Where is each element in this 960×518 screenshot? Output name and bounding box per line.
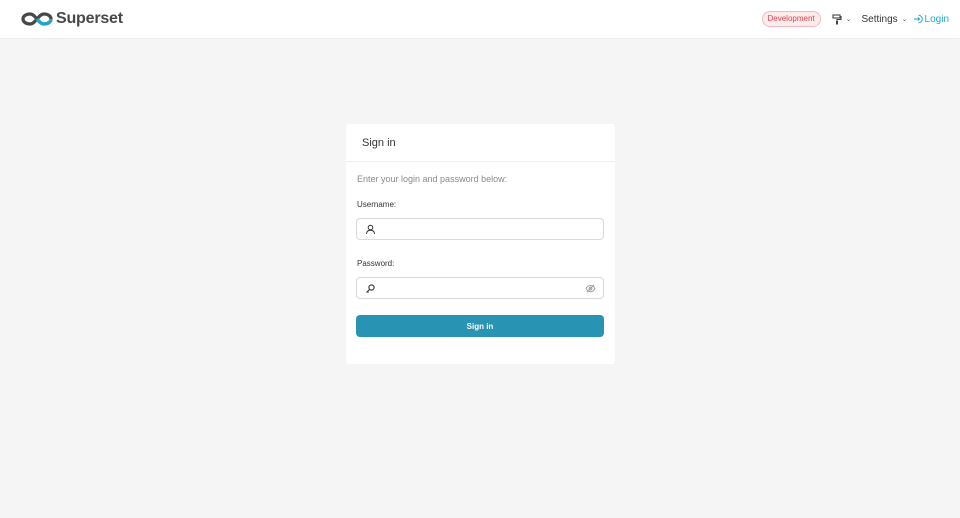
password-visibility-toggle[interactable] (585, 283, 596, 293)
paint-roller-icon (832, 13, 842, 24)
brand-name: Superset (56, 10, 123, 27)
environment-badge: Development (761, 11, 821, 27)
login-label: Login (924, 13, 949, 25)
username-input[interactable] (381, 220, 603, 238)
username-field[interactable] (356, 218, 604, 240)
top-navbar: Superset Development ⌄ Settings ⌄ Login (0, 0, 960, 39)
navbar-right-menu: Development ⌄ Settings ⌄ Login (761, 0, 949, 38)
login-link[interactable]: Login (913, 14, 949, 25)
key-icon (366, 283, 375, 293)
password-label: Password: (357, 259, 395, 268)
brand-logo-link[interactable]: Superset (21, 8, 123, 30)
theme-menu[interactable]: ⌄ (832, 13, 852, 25)
password-input[interactable] (381, 279, 585, 297)
login-card-title: Sign in (362, 136, 396, 149)
login-icon (913, 14, 923, 24)
chevron-down-icon: ⌄ (901, 16, 908, 23)
login-hint: Enter your login and password below: (357, 174, 508, 184)
user-icon (366, 224, 375, 234)
login-card: Sign in Enter your login and password be… (346, 124, 615, 364)
settings-menu[interactable]: Settings ⌄ (862, 14, 908, 25)
login-card-header: Sign in (346, 124, 615, 162)
eye-invisible-icon (585, 283, 596, 293)
password-field[interactable] (356, 277, 604, 299)
username-label: Username: (357, 200, 397, 209)
superset-logo-icon (21, 12, 53, 26)
chevron-down-icon: ⌄ (845, 16, 852, 23)
settings-label: Settings (861, 13, 898, 25)
sign-in-button[interactable]: Sign in (356, 315, 604, 337)
